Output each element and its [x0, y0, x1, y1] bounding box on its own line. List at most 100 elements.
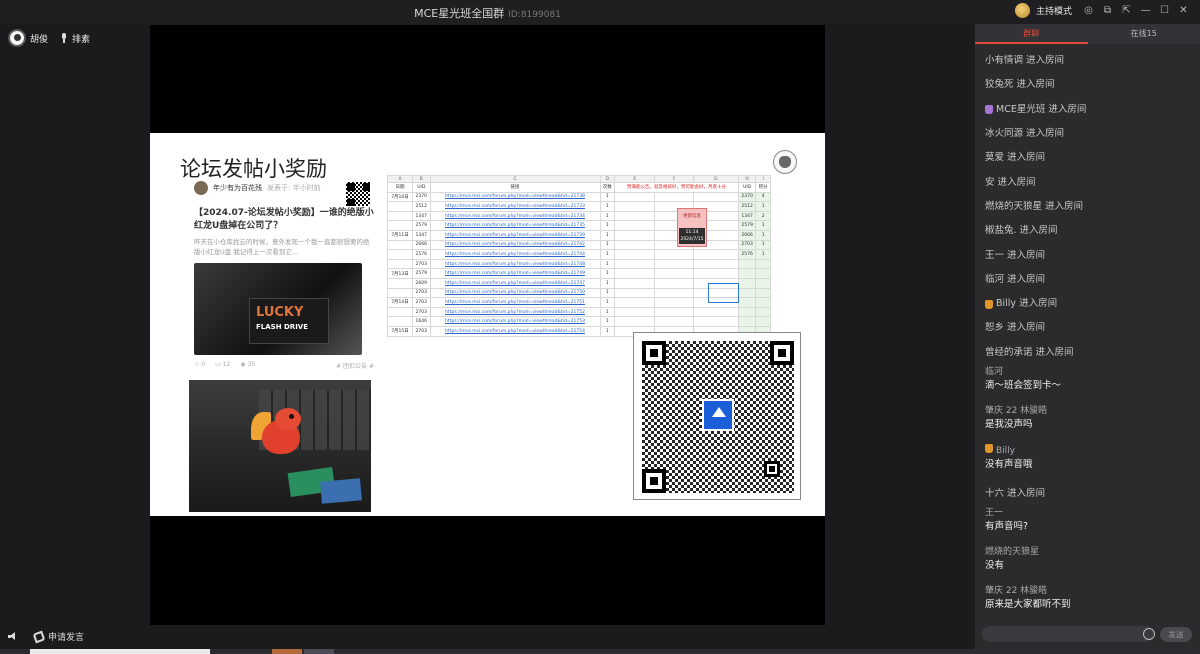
- chat-user[interactable]: 冰火同源: [985, 127, 1023, 141]
- taskbar-item[interactable]: [304, 649, 334, 654]
- cell-empty: [654, 316, 694, 327]
- cell-uid: 2512: [411, 201, 431, 212]
- usb-sublabel: FLASH DRIVE: [256, 323, 309, 331]
- chat-user[interactable]: MCE星光班: [996, 103, 1045, 117]
- speaker-list: 胡俊 排素: [8, 29, 90, 47]
- cell-date: 7月13日: [387, 268, 413, 279]
- chat-text: 没有声音哦: [985, 458, 1033, 470]
- chat-text: 滴～班会签到卡～: [985, 379, 1062, 391]
- cell-score: [755, 268, 771, 279]
- chat-user[interactable]: 莫爱: [985, 151, 1004, 165]
- post-qr-code: [345, 181, 371, 207]
- table-row: 2576 https://mce.msi.com/forum.php?mod=vi…: [387, 249, 771, 260]
- join-notice: 十六 进入房间: [985, 481, 1195, 505]
- cell-score: 2: [755, 210, 771, 222]
- chat-user[interactable]: Billy: [996, 446, 1015, 456]
- tab-group-chat[interactable]: 群聊: [975, 24, 1088, 44]
- cell-empty: [614, 316, 656, 327]
- host-mode-label[interactable]: 主持模式: [1036, 4, 1072, 17]
- chat-user[interactable]: 燃烧的天狼星: [985, 200, 1042, 214]
- taskbar-item[interactable]: [272, 649, 302, 654]
- cell-link: https://mce.msi.com/forum.php?mod=viewth…: [429, 220, 601, 231]
- chat-panel: 群聊 在线15 小有情调 进入房间 狡兔死 进入房间 MCE星光班 进入房间 冰火同源 进入房…: [975, 24, 1200, 654]
- cell-uid: 2609: [411, 277, 431, 289]
- post-image: LUCKY FLASH DRIVE: [194, 263, 362, 355]
- live-room-window: MCE星光班全国群 ID:8199081 主持模式 ◎ ⧉ ⇱ — ☐ ✕ 胡俊 …: [0, 0, 1200, 654]
- dragon-photo: [189, 380, 371, 512]
- speaker-name: 排素: [72, 34, 91, 45]
- header-note: 赞满能公告，就及格就好，赞可能会好，月底十分: [614, 182, 739, 193]
- chat-user[interactable]: 十六: [985, 487, 1004, 501]
- room-id: ID:8199081: [508, 10, 561, 20]
- chat-user[interactable]: Billy: [996, 297, 1016, 311]
- chat-user[interactable]: 安: [985, 176, 995, 190]
- chat-user[interactable]: 肇庆 22 林骏皓: [985, 406, 1047, 416]
- cell-empty: [654, 249, 694, 260]
- settings-icon[interactable]: ◎: [1082, 4, 1095, 17]
- cell-count: 1: [599, 268, 616, 279]
- cell-empty: [654, 306, 694, 318]
- join-action: 进入房间: [1007, 152, 1046, 164]
- chat-input[interactable]: [982, 626, 1154, 642]
- join-notice: 小有情调 进入房间: [985, 48, 1195, 72]
- cell-uid: 2576: [411, 249, 431, 260]
- cell-uid: 2666: [411, 239, 431, 251]
- table-row: 2703 https://mce.msi.com/forum.php?mod=vi…: [387, 258, 771, 270]
- cell-uid: 2703: [411, 287, 431, 299]
- chat-user[interactable]: 椒盐兔.: [985, 224, 1017, 238]
- chat-user[interactable]: 王一: [985, 508, 1003, 518]
- cell-count: 1: [599, 239, 616, 251]
- column-letters-row: ABCDEFGHI: [387, 175, 771, 183]
- join-action: 进入房间: [1019, 298, 1058, 310]
- join-action: 进入房间: [1007, 249, 1046, 261]
- cell-empty: [654, 287, 694, 299]
- crown-badge-icon: [985, 443, 993, 453]
- host-avatar[interactable]: [1014, 3, 1030, 18]
- join-action: 进入房间: [1019, 225, 1058, 237]
- tab-online[interactable]: 在线15: [1088, 24, 1200, 44]
- popout-icon[interactable]: ⧉: [1101, 4, 1114, 17]
- cell-uid2: 2666: [737, 229, 757, 241]
- cell-empty: [692, 268, 739, 279]
- cell-uid: 2703: [411, 258, 431, 270]
- join-notice: 临河 进入房间: [985, 267, 1195, 291]
- chat-user[interactable]: 临河: [985, 273, 1004, 287]
- minimize-icon[interactable]: —: [1139, 4, 1152, 17]
- chat-user[interactable]: 小有情调: [985, 54, 1023, 68]
- chat-user-line: 肇庆 22 林骏皓: [985, 405, 1195, 418]
- chat-user-line: 肇庆 22 林骏皓: [985, 585, 1195, 598]
- pin-icon[interactable]: ⇱: [1120, 4, 1133, 17]
- cell-link: https://mce.msi.com/forum.php?mod=viewth…: [429, 287, 601, 299]
- chat-user[interactable]: 曾经的承诺: [985, 346, 1033, 360]
- emoji-icon[interactable]: [1143, 628, 1155, 640]
- send-button[interactable]: 发送: [1160, 627, 1192, 642]
- cell-empty: [614, 306, 656, 318]
- volume-icon[interactable]: [8, 632, 18, 641]
- cell-date: [387, 220, 413, 231]
- chat-user[interactable]: 狡兔死: [985, 78, 1014, 92]
- table-row: 2666 https://mce.msi.com/forum.php?mod=vi…: [387, 239, 771, 251]
- join-notice: 曾经的承诺 进入房间: [985, 340, 1195, 364]
- cell-date: [387, 201, 413, 212]
- close-icon[interactable]: ✕: [1177, 4, 1190, 17]
- cell-empty: [654, 191, 694, 203]
- apply-speak-button[interactable]: 申请发言: [32, 630, 84, 643]
- cell-link: https://mce.msi.com/forum.php?mod=viewth…: [429, 277, 601, 289]
- join-action: 进入房间: [997, 176, 1036, 188]
- table-row: 1347 https://mce.msi.com/forum.php?mod=vi…: [387, 210, 771, 222]
- maximize-icon[interactable]: ☐: [1158, 4, 1171, 17]
- cell-uid2: 2579: [737, 220, 757, 231]
- speaker-item[interactable]: 排素: [60, 32, 90, 45]
- cell-uid2: 2576: [737, 249, 757, 260]
- speaker-item[interactable]: 胡俊: [8, 29, 48, 47]
- chat-user[interactable]: 肇庆 22 林骏皓: [985, 586, 1047, 596]
- chat-user[interactable]: 王一: [985, 249, 1004, 263]
- cell-empty: [614, 239, 656, 251]
- chat-user[interactable]: 恕乡: [985, 321, 1004, 335]
- chat-user[interactable]: 临河: [985, 367, 1003, 377]
- cell-link: https://mce.msi.com/forum.php?mod=viewth…: [429, 229, 601, 241]
- chat-user[interactable]: 燃烧的天狼星: [985, 547, 1039, 557]
- cell-empty: [654, 297, 694, 308]
- cell-date: [387, 249, 413, 260]
- taskbar-item[interactable]: [30, 649, 210, 654]
